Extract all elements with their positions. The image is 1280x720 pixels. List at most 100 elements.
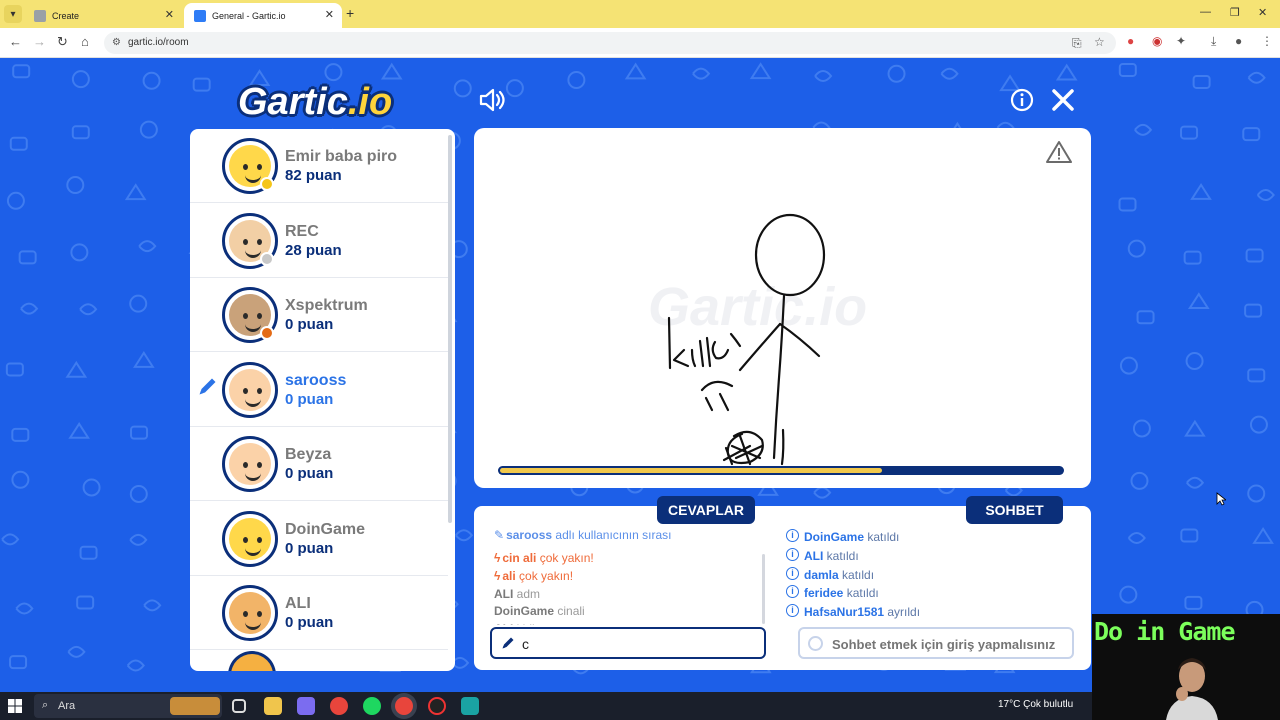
message-user: DoinGame [804,530,865,544]
leave-room-close-icon[interactable] [1050,87,1076,113]
doodle-shape [813,486,832,499]
extensions-puzzle-icon[interactable]: ✦ [1176,34,1186,48]
streamer-webcam-overlay: Do in Game [1092,614,1280,720]
info-circle-icon: i [786,585,799,599]
close-window-button[interactable]: ✕ [1258,6,1267,19]
gartic-logo[interactable]: Gartic.io [238,81,392,124]
chat-input[interactable] [832,635,1072,653]
doodle-shape [1186,476,1205,489]
doodle-shape [505,79,524,98]
close-tab-icon[interactable]: ✕ [325,8,334,21]
profile-avatar-icon[interactable]: ● [1235,34,1242,48]
restore-window-button[interactable]: ❐ [1230,6,1240,19]
site-info-icon[interactable]: ⚙ [112,37,121,48]
drawing-canvas[interactable] [474,128,1091,488]
browser-menu-icon[interactable]: ⋮ [1261,34,1273,48]
download-icon[interactable]: ⤓ [1211,34,1216,49]
message-text: adm [513,587,541,601]
doodle-shape [1118,197,1137,212]
task-view-icon[interactable] [232,699,246,713]
avatar-face [229,443,271,485]
player-status-dot [260,177,274,191]
player-row[interactable]: Xspektrum 0 puan [190,278,448,352]
spotify-icon[interactable] [363,697,381,715]
doodle-shape [11,470,30,489]
info-icon[interactable] [1010,88,1034,112]
doodle-shape [11,427,30,442]
player-points: 82 puan [285,167,342,184]
player-row[interactable]: DoinGame 0 puan [190,502,448,576]
home-icon[interactable]: ⌂ [81,34,89,49]
gartic-favicon-icon [194,9,206,22]
sound-toggle-icon[interactable] [478,87,506,113]
message-text: katıldı [843,586,879,601]
player-avatar [222,585,278,641]
app-icon[interactable] [461,697,479,715]
message-user: HafsaNur1581 [804,605,885,620]
bookmark-star-icon[interactable]: ☆ [1094,35,1105,49]
report-warning-icon[interactable] [1046,140,1072,164]
taskbar-search-box[interactable]: ⌕ Ara [34,694,222,718]
doodle-shape [1185,352,1204,371]
player-row[interactable]: REC 28 puan [190,204,448,278]
install-app-icon[interactable]: ⎘ [1072,36,1082,51]
new-tab-button[interactable]: + [346,5,354,21]
weather-widget[interactable]: 17°C Çok bulutlu [998,699,1073,710]
chat-tab-label: SOHBET [966,496,1063,524]
forward-arrow-icon[interactable]: → [33,34,46,49]
player-row[interactable]: Emir baba piro 82 puan [190,129,448,203]
answer-input[interactable] [522,634,757,654]
doodle-shape [1118,62,1137,77]
message-user: ali [502,569,516,583]
answers-scrollbar[interactable] [762,554,765,624]
tab-search-menu-button[interactable]: ▾ [4,5,22,23]
chat-message: i damla katıldı [786,566,875,582]
browser-tab-gartic[interactable]: General - Gartic.io ✕ [184,3,342,28]
answer-input-box[interactable] [490,627,766,659]
message-text: katıldı [838,567,875,582]
player-row[interactable]: sarooss 0 puan [190,353,448,427]
doodle-shape [1247,71,1266,84]
answer-message: ϟ ali çok yakın! [494,569,573,583]
windows-taskbar: ⌕ Ara 17°C Çok bulutlu [0,692,1092,720]
doodle-shape [380,62,403,80]
info-circle-icon: i [786,566,799,580]
chrome-active-icon[interactable] [395,697,413,715]
doodle-shape [143,599,162,612]
answers-list: ✎ sarooss adlı kullanıcının sırası ϟ cin al… [474,520,764,625]
minimize-window-button[interactable]: — [1200,6,1211,18]
back-arrow-icon[interactable]: ← [9,34,22,49]
player-row[interactable]: ALI 0 puan [190,576,448,650]
file-explorer-icon[interactable] [264,697,282,715]
windows-start-icon[interactable] [8,699,22,713]
extension-badge-icon[interactable]: ◉ [1152,34,1162,48]
message-text: cinali [554,604,585,618]
reload-icon[interactable]: ↻ [57,34,68,50]
chrome-icon[interactable] [330,697,348,715]
close-tab-icon[interactable]: ✕ [165,8,174,21]
doodle-shape [567,71,586,90]
address-bar[interactable]: ⚙ gartic.io/room ⎘ ☆ [104,32,1116,54]
player-row[interactable]: Beyza 0 puan [190,427,448,501]
doodle-shape [1055,63,1078,81]
answer-message: ALI adm [494,587,540,601]
doodle-shape [65,360,88,378]
browser-tab-create[interactable]: Create ✕ [24,3,182,28]
doodle-shape [71,70,90,89]
doodle-shape [940,67,959,80]
chat-input-box[interactable] [798,627,1074,659]
obs-icon[interactable] [428,697,446,715]
doodle-shape [1119,585,1138,604]
doodle-shape [18,250,37,265]
logo-text: Gartic [238,81,348,123]
doodle-shape [139,120,158,139]
chat-message: i DoinGame katıldı [786,529,899,544]
players-scrollbar[interactable] [448,135,452,523]
player-name: Emir baba piro [285,148,398,165]
player-name: sarooss [285,372,347,389]
extension-icon[interactable]: ● [1127,34,1134,48]
lightning-icon: ϟ [494,569,501,583]
player-name: Beyza [285,446,332,463]
message-user: feridee [804,586,844,601]
copilot-icon[interactable] [297,697,315,715]
